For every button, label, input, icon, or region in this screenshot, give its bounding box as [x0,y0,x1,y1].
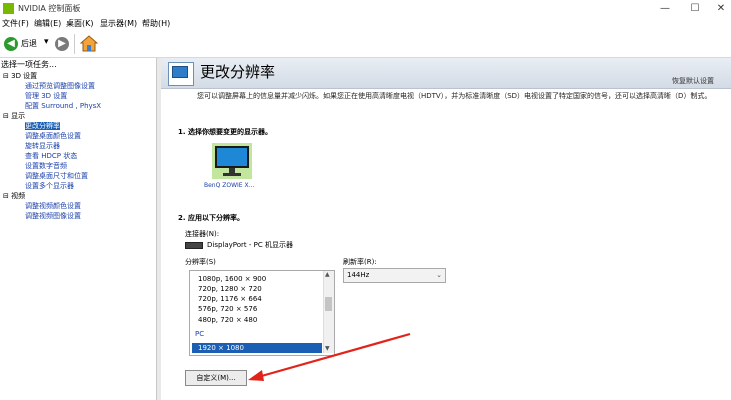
close-button[interactable]: ✕ [706,1,731,16]
tree-item-hdcp-status[interactable]: 查看 HDCP 状态 [3,151,101,161]
collapse-icon[interactable]: ⊟ [3,72,9,80]
menu-help[interactable]: 帮助(H) [142,18,170,29]
page-description: 您可以调整屏幕上的信息量并减少闪烁。如果您正在使用高清晰度电视（HDTV），并为… [197,92,712,100]
tree-category-label: 视频 [11,192,26,200]
restore-defaults-link[interactable]: 恢复默认设置 [672,76,714,86]
minimize-button[interactable]: — [650,1,680,16]
list-item[interactable]: 576p, 720 × 576 [198,305,257,314]
back-button-label[interactable]: 后退 [21,38,37,49]
refresh-rate-value: 144Hz [347,271,370,279]
chevron-down-icon[interactable]: ⌄ [436,269,442,282]
tree-item-adjust-image-preview[interactable]: 通过预览调整图像设置 [3,81,101,91]
task-pane-label: 选择一项任务... [1,60,57,69]
toolbar: ◀ 后退 ▾ ▶ [0,30,731,58]
tree-item-surround-physx[interactable]: 配置 Surround , PhysX [3,101,101,111]
task-tree: ⊟ 3D 设置 通过预览调整图像设置 管理 3D 设置 配置 Surround … [3,71,101,221]
refresh-rate-label: 刷新率(R): [343,258,377,266]
list-item[interactable]: 1080p, 1600 × 900 [198,275,266,284]
resolution-label: 分辨率(S) [185,258,216,266]
selected-resolution: 1920 × 1080 [198,344,244,352]
refresh-rate-select[interactable]: 144Hz ⌄ [343,268,446,283]
step2-heading: 2. 应用以下分辨率。 [178,214,244,222]
tree-item-change-resolution[interactable]: 更改分辨率 [25,122,60,130]
tree-category-3d[interactable]: ⊟ 3D 设置 [3,71,101,81]
list-item[interactable]: 720p, 1176 × 664 [198,295,262,304]
tree-item-desktop-size[interactable]: 调整桌面尺寸和位置 [3,171,101,181]
scroll-thumb[interactable] [325,297,332,311]
tree-item-video-image[interactable]: 调整视频图像设置 [3,211,101,221]
tree-category-display[interactable]: ⊟ 显示 [3,111,101,121]
list-group-pc: PC [195,330,205,338]
menu-display[interactable]: 显示器(M) [100,18,137,29]
list-item[interactable]: 480p, 720 × 480 [198,316,257,325]
displayport-connector-icon [185,242,203,249]
page-title: 更改分辨率 [200,63,276,81]
forward-arrow-icon[interactable]: ▶ [55,37,69,51]
tree-category-label: 显示 [11,112,26,120]
tree-item-rotate-display[interactable]: 旋转显示器 [3,141,101,151]
connector-value: DisplayPort - PC 机显示器 [207,241,293,249]
scroll-up-icon[interactable]: ▲ [325,271,330,278]
menu-edit[interactable]: 编辑(E) [34,18,61,29]
monitor-label[interactable]: BenQ ZOWIE X... [204,182,254,189]
display-settings-icon [168,62,194,86]
step1-heading: 1. 选择你想要变更的显示器。 [178,128,272,136]
collapse-icon[interactable]: ⊟ [3,192,9,200]
tree-item-digital-audio[interactable]: 设置数字音频 [3,161,101,171]
menu-desktop[interactable]: 桌面(K) [66,18,94,29]
tree-item-desktop-color[interactable]: 调整桌面颜色设置 [3,131,101,141]
collapse-icon[interactable]: ⊟ [3,112,9,120]
tree-category-label: 3D 设置 [11,72,38,80]
custom-resolution-button[interactable]: 自定义(M)... [185,370,247,386]
tree-item-multi-display[interactable]: 设置多个显示器 [3,181,101,191]
nvidia-logo-icon [3,3,14,14]
list-item[interactable]: 720p, 1280 × 720 [198,285,262,294]
menu-file[interactable]: 文件(F) [2,18,29,29]
tree-item-manage-3d[interactable]: 管理 3D 设置 [3,91,101,101]
tree-category-video[interactable]: ⊟ 视频 [3,191,101,201]
title-bar: NVIDIA 控制面板 — ☐ ✕ [0,0,731,17]
connector-label: 连接器(N): [185,230,220,238]
home-icon[interactable] [79,35,99,52]
menu-bar: 文件(F) 编辑(E) 桌面(K) 显示器(M) 帮助(H) [0,17,731,30]
back-arrow-icon[interactable]: ◀ [4,37,18,51]
back-dropdown-icon[interactable]: ▾ [44,37,49,47]
window-title: NVIDIA 控制面板 [18,4,81,13]
tree-item-video-color[interactable]: 调整视频颜色设置 [3,201,101,211]
toolbar-separator [74,34,75,54]
annotation-arrow-icon [248,332,411,381]
monitor-icon[interactable] [211,142,253,180]
